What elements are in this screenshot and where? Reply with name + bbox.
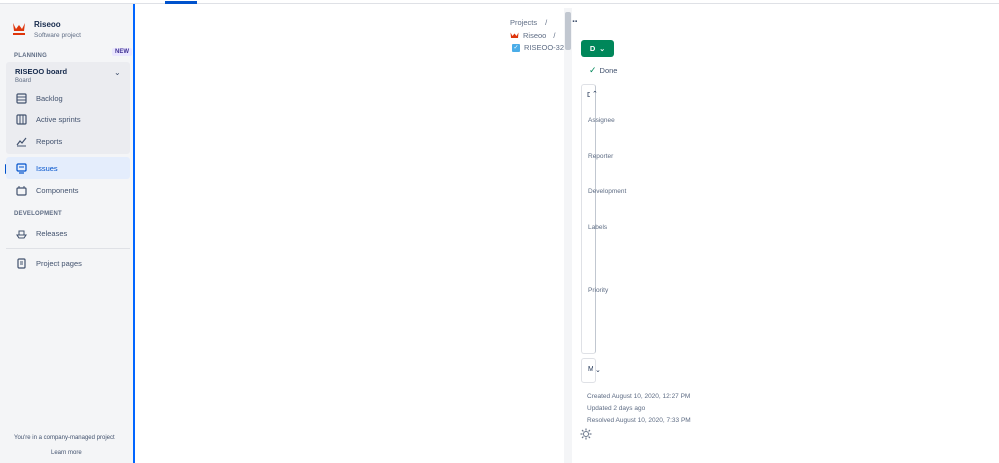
sidebar-item-label: Reports [36,136,63,146]
status-button[interactable]: D ⌄ [581,40,614,57]
project-header[interactable]: Riseoo Software project [12,20,81,40]
sidebar-item-active-sprints[interactable]: Active sprints [6,108,130,130]
breadcrumb: Projects / [510,18,547,27]
chevron-down-icon: ⌄ [595,367,601,374]
ship-icon [16,230,27,239]
company-managed-note: You're in a company-managed project [14,435,115,441]
sidebar-item-label: Issues [36,163,58,173]
project-logo-icon [510,32,519,38]
sidebar-item-releases[interactable]: Releases [6,222,130,244]
project-name: Riseoo [34,20,61,29]
board-title: RISEOO board [15,67,68,76]
components-icon [16,185,27,196]
field-labels: Labels [588,224,608,231]
sidebar-item-issues[interactable]: Issues [6,157,130,179]
project-type: Software project [34,32,81,39]
columns-icon [16,113,27,125]
new-badge: NEW [112,48,132,56]
scrollbar-thumb[interactable] [565,12,571,50]
scrollbar-track[interactable] [564,8,572,463]
resolved-date: Resolved August 10, 2020, 7:33 PM [587,417,691,424]
more-actions-icon[interactable]: ·· [572,16,578,28]
issues-icon [16,162,27,174]
sidebar-item-label: Backlog [36,93,63,103]
status-button-label: D [589,44,596,53]
details-header-label: D [587,90,590,99]
board-subtitle: Board [15,78,32,84]
page-icon [17,257,26,269]
field-reporter: Reporter [588,153,614,160]
breadcrumb-issue-row: ✓ RISEOO-327 [512,43,568,52]
updated-date: Updated 2 days ago [587,405,646,412]
breadcrumb-issue-key[interactable]: RISEOO-327 [524,43,568,52]
more-fields-label: M [588,366,593,373]
field-assignee: Assignee [588,117,615,124]
gear-icon[interactable] [580,428,592,440]
development-section-label: DEVELOPMENT [14,211,62,217]
resolution-status: ✓ Done [589,65,617,76]
created-date: Created August 10, 2020, 12:27 PM [587,393,691,400]
chevron-up-icon: ⌃ [592,91,598,98]
breadcrumb-separator: / [545,18,548,27]
sidebar-item-components[interactable]: Components [6,179,130,201]
sidebar-item-project-pages[interactable]: Project pages [6,252,130,274]
sidebar-item-backlog[interactable]: Backlog [6,87,130,109]
task-icon: ✓ [512,43,520,52]
resolution-label: Done [599,66,618,75]
top-border [0,3,999,4]
breadcrumb-separator: / [553,31,556,40]
field-priority: Priority [588,287,609,294]
field-development: Development [588,188,627,195]
learn-more-link[interactable]: Learn more [51,450,82,456]
chevron-down-icon: ⌄ [599,45,606,53]
breadcrumb-project-row: Riseoo / [510,31,555,40]
breadcrumb-projects[interactable]: Projects [510,18,537,27]
sidebar-item-label: Components [36,185,79,195]
chart-icon [16,137,27,146]
active-tab-indicator [165,1,197,4]
check-icon: ✓ [589,65,597,75]
backlog-icon [16,92,27,104]
sidebar-item-label: Active sprints [36,114,81,124]
sidebar-item-label: Releases [36,228,68,238]
more-fields-header[interactable]: M ⌄ [588,366,601,374]
chevron-down-icon[interactable]: ⌄ [114,68,121,77]
planning-section-label: PLANNING [14,53,47,59]
breadcrumb-project[interactable]: Riseoo [523,31,546,40]
project-logo-icon [13,23,25,35]
sidebar-divider [6,248,130,249]
details-panel [581,84,596,354]
sidebar-item-label: Project pages [36,258,82,268]
details-header[interactable]: D ⌃ [587,90,598,99]
sidebar-item-reports[interactable]: Reports [6,130,130,152]
